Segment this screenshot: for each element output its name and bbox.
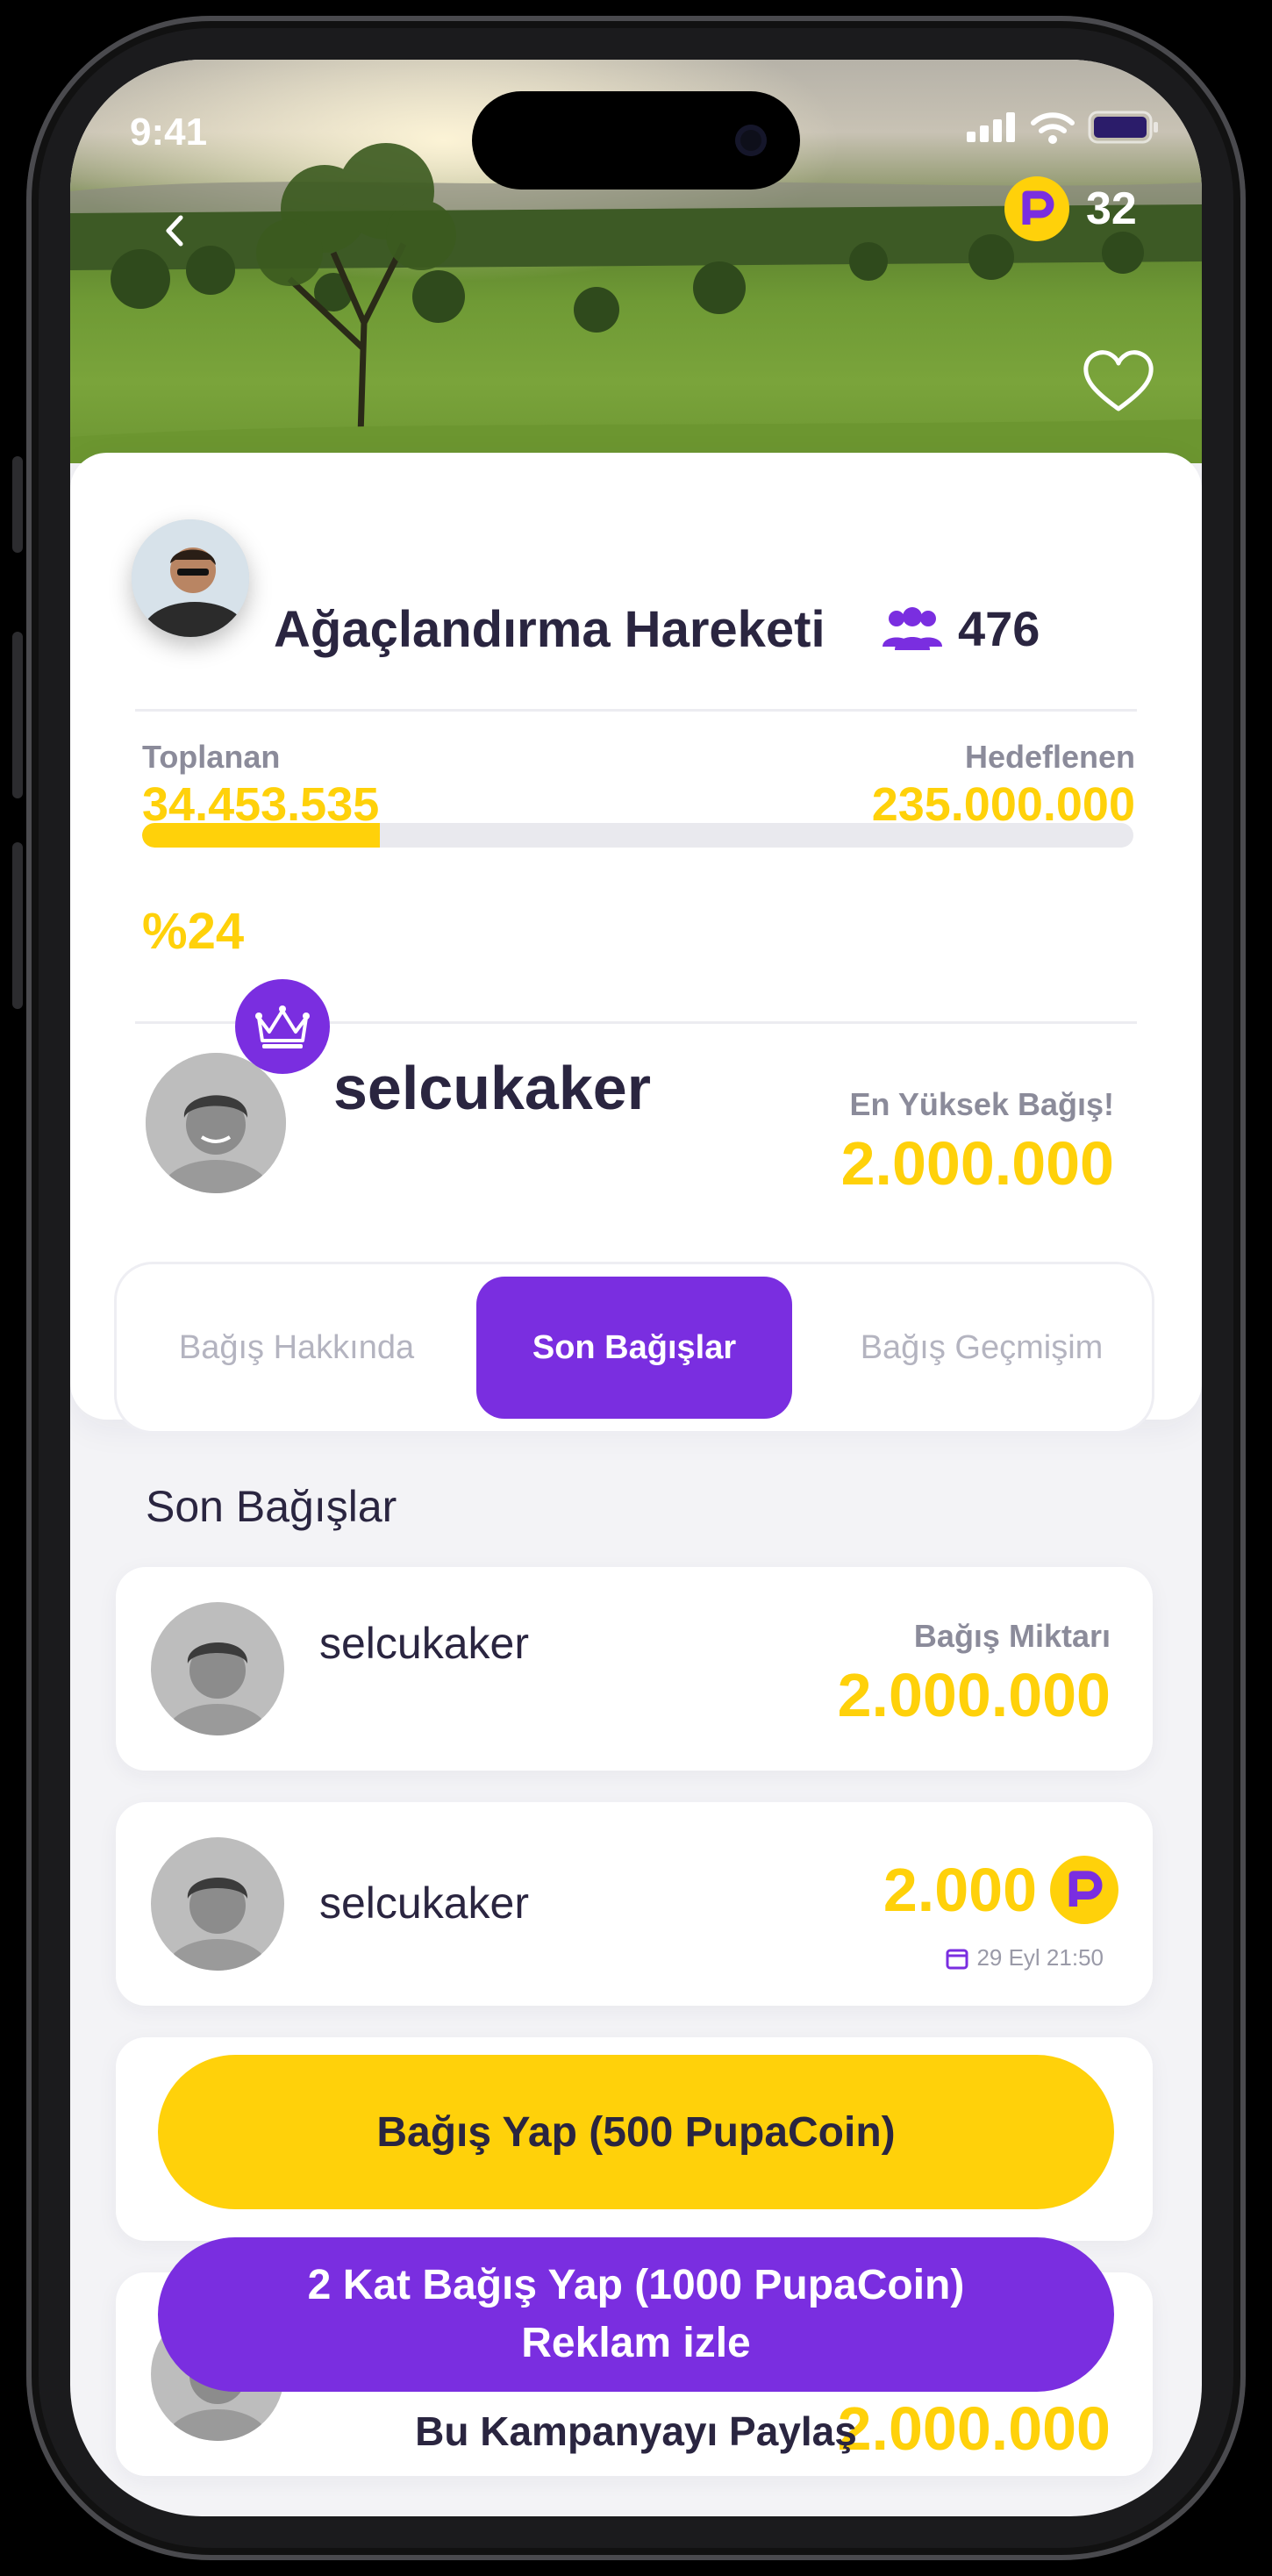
donor-avatar bbox=[151, 1837, 284, 1971]
donation-date-text: 29 Eyl 21:50 bbox=[976, 1944, 1104, 1971]
campaign-title: Ağaçlandırma Hareketi bbox=[274, 601, 825, 658]
collected-label: Toplanan bbox=[142, 739, 281, 775]
top-donor-badge bbox=[235, 979, 330, 1074]
divider bbox=[135, 709, 1137, 712]
calendar-icon bbox=[946, 1949, 968, 1969]
heart-icon bbox=[1083, 350, 1154, 411]
chevron-left-icon bbox=[166, 215, 183, 247]
donor-name: selcukaker bbox=[319, 1619, 529, 1668]
crown-icon bbox=[255, 1005, 310, 1048]
app-screen: 8276854 9:41 32 bbox=[70, 60, 1202, 2516]
coin-balance[interactable]: 32 bbox=[1004, 175, 1137, 242]
double-donate-label: 2 Kat Bağış Yap (1000 PupaCoin) bbox=[307, 2262, 965, 2308]
signal-icon bbox=[967, 112, 1015, 142]
dynamic-island bbox=[472, 91, 800, 190]
favorite-button[interactable] bbox=[1079, 342, 1158, 421]
progress-bar bbox=[142, 823, 1133, 848]
coin-balance-value: 32 bbox=[1086, 183, 1137, 234]
members-count[interactable]: 476 bbox=[879, 600, 1040, 657]
back-button[interactable] bbox=[154, 209, 198, 253]
wifi-icon bbox=[1031, 112, 1075, 144]
volume-down-button bbox=[12, 842, 23, 1009]
donation-amount: 2.000.000 bbox=[837, 1661, 1111, 1729]
donor-name: selcukaker bbox=[319, 1878, 529, 1928]
double-donate-button[interactable]: 2 Kat Bağış Yap (1000 PupaCoin) Reklam i… bbox=[158, 2237, 1114, 2392]
donation-amount: 2.000 bbox=[883, 1856, 1037, 1924]
top-donation-amount: 2.000.000 bbox=[840, 1129, 1114, 1198]
status-icons bbox=[967, 111, 1160, 144]
donor-avatar bbox=[151, 1602, 284, 1735]
target-label: Hedeflenen bbox=[964, 739, 1135, 775]
amount-label: Bağış Miktarı bbox=[913, 1618, 1111, 1654]
tab-about[interactable]: Bağış Hakkında bbox=[117, 1277, 476, 1419]
battery-icon bbox=[1088, 111, 1158, 144]
campaign-card: Ağaçlandırma Hareketi 476 Toplanan Hedef… bbox=[70, 453, 1202, 1434]
donate-button[interactable]: Bağış Yap (500 PupaCoin) bbox=[158, 2055, 1114, 2209]
mute-switch bbox=[12, 456, 23, 553]
group-icon bbox=[883, 606, 942, 650]
volume-up-button bbox=[12, 632, 23, 798]
pupacoin-icon bbox=[1050, 1856, 1118, 1924]
top-donor-name: selcukaker bbox=[333, 1054, 651, 1122]
tab-my-history[interactable]: Bağış Geçmişim bbox=[806, 1277, 1157, 1419]
top-donor-avatar[interactable] bbox=[146, 1053, 286, 1193]
camera-icon bbox=[735, 125, 767, 156]
watch-ad-label: Reklam izle bbox=[521, 2320, 751, 2366]
share-campaign-link[interactable]: Bu Kampanyayı Paylaş bbox=[70, 2408, 1202, 2455]
tab-recent-donations[interactable]: Son Bağışlar bbox=[476, 1277, 792, 1419]
tab-bar: Bağış Hakkında Son Bağışlar Bağış Geçmiş… bbox=[114, 1262, 1154, 1434]
status-time: 9:41 bbox=[130, 111, 208, 154]
members-count-value: 476 bbox=[958, 601, 1040, 656]
organizer-avatar[interactable] bbox=[132, 519, 249, 637]
donation-row[interactable]: selcukaker Bağış Miktarı 2.000.000 bbox=[116, 1567, 1153, 1771]
top-donation-label: En Yüksek Bağış! bbox=[849, 1086, 1114, 1122]
donation-row[interactable]: selcukaker 2.000 29 Eyl 21:50 bbox=[116, 1802, 1153, 2006]
section-title: Son Bağışlar bbox=[146, 1482, 397, 1531]
pupacoin-icon bbox=[1004, 176, 1069, 241]
progress-fill bbox=[142, 823, 381, 848]
progress-percent: %24 bbox=[142, 903, 245, 960]
donation-date: 29 Eyl 21:50 bbox=[945, 1944, 1104, 1971]
